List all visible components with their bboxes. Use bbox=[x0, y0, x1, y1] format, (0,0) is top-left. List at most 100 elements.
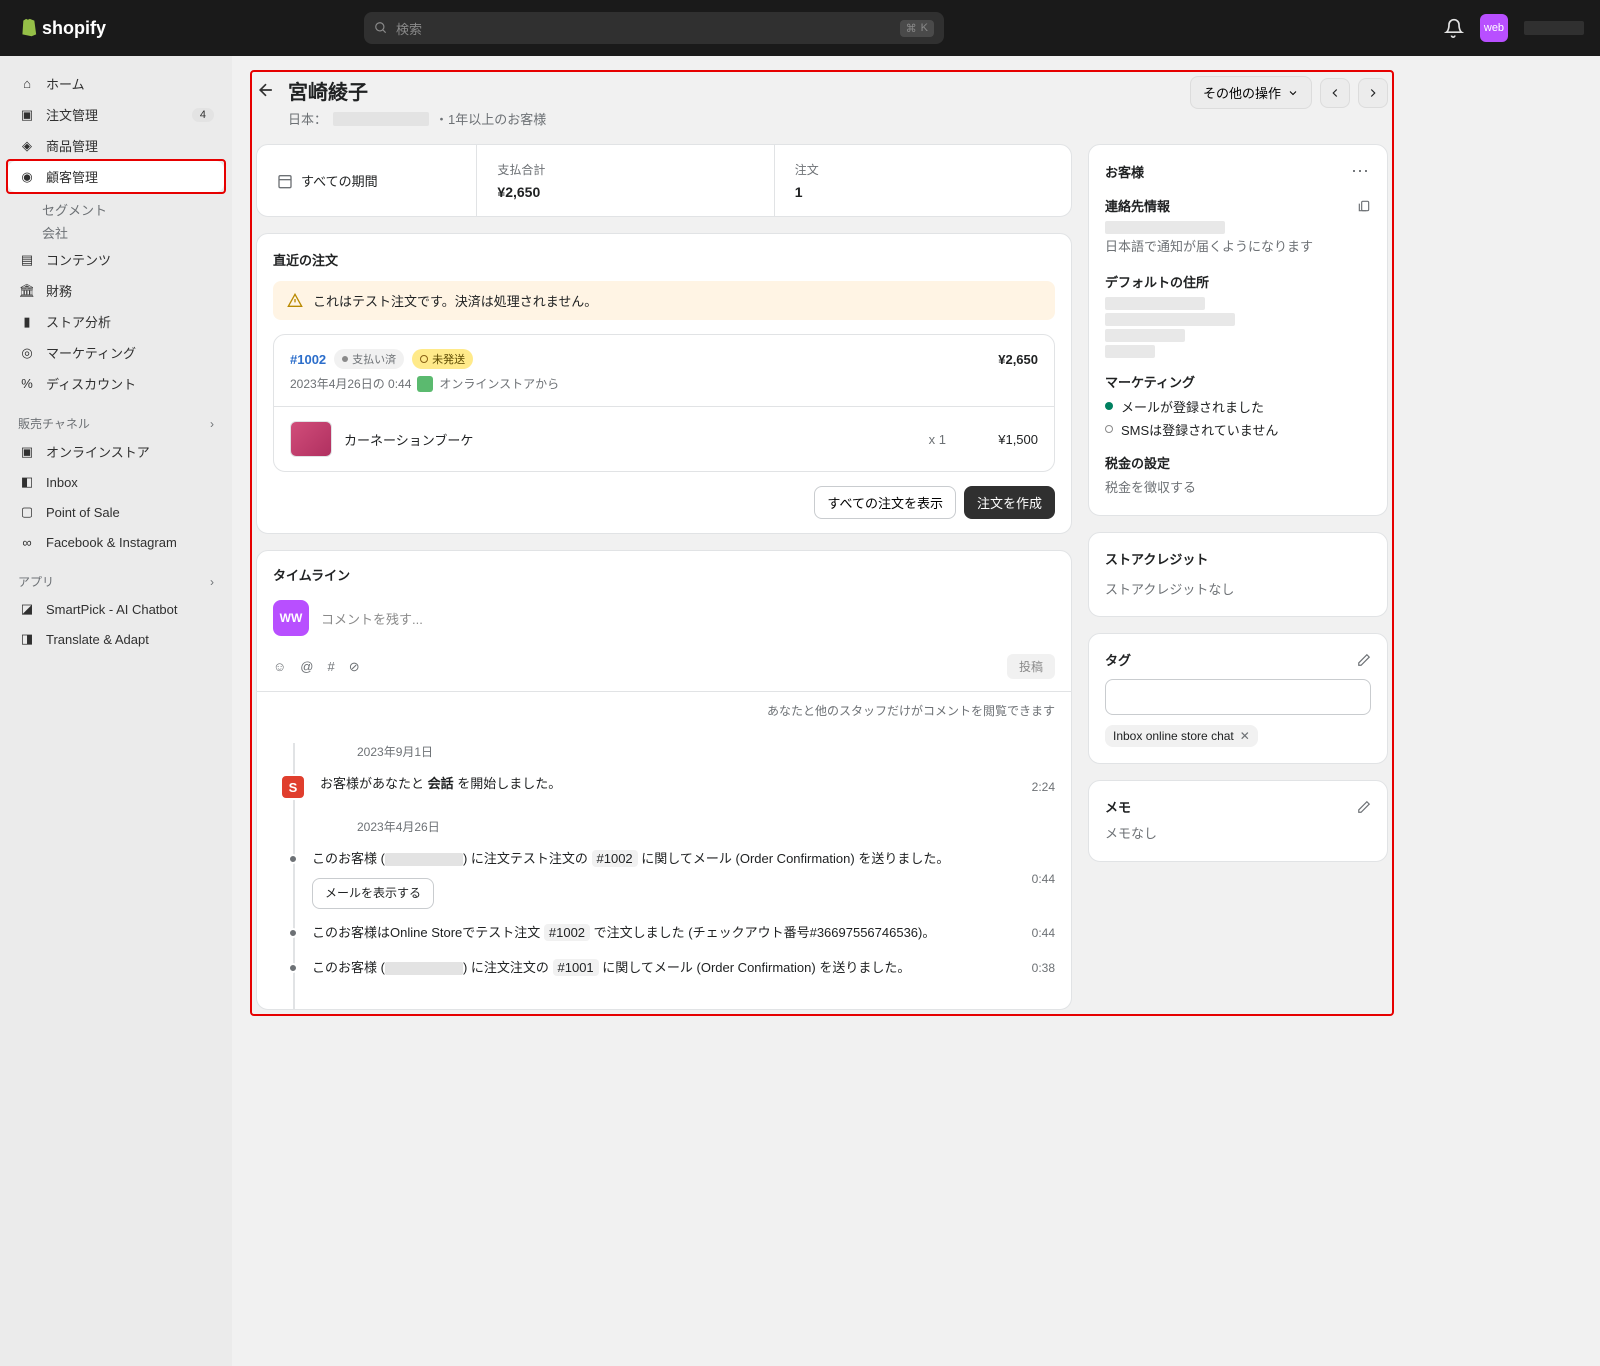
stats-card: すべての期間 支払合計 ¥2,650 注文 1 bbox=[256, 144, 1072, 217]
nav-products[interactable]: ◈商品管理 bbox=[8, 130, 224, 161]
nav-analytics[interactable]: ▮ストア分析 bbox=[8, 306, 224, 337]
logo[interactable]: shopify bbox=[16, 17, 106, 39]
nav-smartpick[interactable]: ◪SmartPick - AI Chatbot bbox=[8, 594, 224, 624]
memo-card: メモ メモなし bbox=[1088, 780, 1388, 862]
store-icon: ▣ bbox=[18, 443, 36, 461]
search-icon bbox=[374, 21, 388, 35]
nav-online-store[interactable]: ▣オンラインストア bbox=[8, 436, 224, 467]
bank-icon: 🏛 bbox=[18, 282, 36, 300]
nav-marketing[interactable]: ◎マーケティング bbox=[8, 337, 224, 368]
nav-pos[interactable]: ▢Point of Sale bbox=[8, 497, 224, 527]
target-icon: ◎ bbox=[18, 344, 36, 362]
online-store-icon bbox=[417, 376, 433, 392]
nav-inbox[interactable]: ◧Inbox bbox=[8, 467, 224, 497]
logo-text: shopify bbox=[42, 18, 106, 39]
main-content: 宮崎綾子 日本： ・1年以上のお客様 その他の操作 bbox=[232, 56, 1412, 1366]
create-order-button[interactable]: 注文を作成 bbox=[964, 486, 1055, 519]
tax-text: 税金を徴収する bbox=[1105, 478, 1371, 499]
show-email-button[interactable]: メールを表示する bbox=[312, 878, 434, 909]
tax-label: 税金の設定 bbox=[1105, 453, 1371, 472]
store-name-redacted bbox=[1524, 21, 1584, 35]
order-link[interactable]: #1002 bbox=[290, 352, 326, 367]
status-dot-icon bbox=[1105, 425, 1113, 433]
nav-companies[interactable]: 会社 bbox=[8, 221, 224, 244]
topbar: shopify 検索 ⌘K web bbox=[0, 0, 1600, 56]
nav-orders[interactable]: ▣注文管理4 bbox=[8, 99, 224, 130]
orders-label: 注文 bbox=[795, 161, 1051, 178]
prev-button[interactable] bbox=[1320, 78, 1350, 108]
comment-avatar: WW bbox=[273, 600, 309, 636]
chevron-right-icon[interactable]: › bbox=[210, 417, 214, 431]
period-selector[interactable]: すべての期間 bbox=[257, 145, 476, 216]
timeline-privacy-note: あなたと他のスタッフだけがコメントを閲覧できます bbox=[257, 692, 1071, 725]
nav-content[interactable]: ▤コンテンツ bbox=[8, 244, 224, 275]
item-price: ¥1,500 bbox=[958, 432, 1038, 447]
timeline-card: タイムライン WW コメントを残す... ☺ @ # ⊘ 投稿 あなたと他のスタ… bbox=[256, 550, 1072, 1010]
clipboard-icon[interactable] bbox=[1357, 199, 1371, 213]
search-placeholder: 検索 bbox=[396, 19, 422, 38]
nav-home[interactable]: ⌂ホーム bbox=[8, 68, 224, 99]
redacted-address bbox=[1105, 313, 1235, 326]
percent-icon: % bbox=[18, 375, 36, 393]
sales-channels-header: 販売チャネル› bbox=[8, 407, 224, 436]
order-summary: #1002 支払い済 未発送 ¥2,650 2023年4月26日の 0:44 オ… bbox=[273, 334, 1055, 472]
other-actions-button[interactable]: その他の操作 bbox=[1190, 76, 1312, 109]
hashtag-icon[interactable]: # bbox=[327, 659, 334, 674]
notifications-icon[interactable] bbox=[1444, 18, 1464, 38]
nav-segments[interactable]: セグメント bbox=[8, 198, 224, 221]
redacted-address bbox=[1105, 329, 1185, 342]
pencil-icon[interactable] bbox=[1357, 800, 1371, 814]
nav-customers[interactable]: ◉顧客管理 bbox=[8, 161, 224, 192]
memo-title: メモ bbox=[1105, 797, 1131, 816]
redacted-contact bbox=[1105, 221, 1225, 234]
item-qty: x 1 bbox=[929, 432, 946, 447]
nav-discounts[interactable]: %ディスカウント bbox=[8, 368, 224, 399]
attach-icon[interactable]: ⊘ bbox=[349, 659, 360, 675]
search-input[interactable]: 検索 ⌘K bbox=[364, 12, 944, 44]
pencil-icon[interactable] bbox=[1357, 653, 1371, 667]
chevron-right-icon[interactable]: › bbox=[210, 575, 214, 589]
order-line-item: カーネーションブーケ x 1 ¥1,500 bbox=[274, 406, 1054, 471]
kbd-shortcut: ⌘K bbox=[900, 20, 934, 37]
nav-finance[interactable]: 🏛財務 bbox=[8, 275, 224, 306]
arrow-left-icon bbox=[256, 80, 276, 100]
user-avatar[interactable]: web bbox=[1480, 14, 1508, 42]
nav-fb-ig[interactable]: ∞Facebook & Instagram bbox=[8, 527, 224, 557]
event-time: 0:44 bbox=[1032, 872, 1055, 886]
comment-input[interactable]: コメントを残す... bbox=[321, 609, 1055, 628]
warning-icon bbox=[287, 293, 303, 309]
page-title: 宮崎綾子 bbox=[288, 76, 546, 105]
nav-translate[interactable]: ◨Translate & Adapt bbox=[8, 624, 224, 654]
timeline-title: タイムライン bbox=[257, 551, 1071, 596]
customer-title: お客様 bbox=[1105, 162, 1144, 181]
test-order-banner: これはテスト注文です。決済は処理されません。 bbox=[273, 281, 1055, 320]
back-button[interactable] bbox=[256, 80, 276, 103]
meta-icon: ∞ bbox=[18, 533, 36, 551]
more-icon[interactable]: ⋯ bbox=[1351, 161, 1371, 182]
chart-icon: ▮ bbox=[18, 313, 36, 331]
tag-icon: ◈ bbox=[18, 137, 36, 155]
recent-orders-card: 直近の注文 これはテスト注文です。決済は処理されません。 #1002 支払い済 … bbox=[256, 233, 1072, 534]
paid-badge: 支払い済 bbox=[334, 349, 404, 369]
credit-text: ストアクレジットなし bbox=[1105, 580, 1371, 601]
tags-title: タグ bbox=[1105, 650, 1131, 669]
item-thumbnail bbox=[290, 421, 332, 457]
apps-header: アプリ› bbox=[8, 565, 224, 594]
tag-input[interactable] bbox=[1105, 679, 1371, 715]
sms-status: SMSは登録されていません bbox=[1105, 420, 1371, 439]
sidebar: ⌂ホーム ▣注文管理4 ◈商品管理 ◉顧客管理 セグメント 会社 ▤コンテンツ … bbox=[0, 56, 232, 1366]
view-all-orders-button[interactable]: すべての注文を表示 bbox=[814, 486, 956, 519]
unfulfilled-badge: 未発送 bbox=[412, 349, 473, 369]
emoji-icon[interactable]: ☺ bbox=[273, 659, 286, 674]
redacted-address bbox=[1105, 345, 1155, 358]
mention-icon[interactable]: @ bbox=[300, 659, 313, 674]
timeline-event: S お客様があなたと 会話 を開始しました。 2:24 bbox=[297, 774, 1055, 800]
event-dot-icon bbox=[288, 854, 298, 864]
email-status: メールが登録されました bbox=[1105, 397, 1371, 416]
timeline-date: 2023年9月1日 bbox=[357, 743, 1055, 760]
contact-label: 連絡先情報 bbox=[1105, 196, 1170, 215]
remove-tag-icon[interactable]: ✕ bbox=[1240, 729, 1250, 743]
store-credit-card: ストアクレジット ストアクレジットなし bbox=[1088, 532, 1388, 618]
post-button[interactable]: 投稿 bbox=[1007, 654, 1055, 679]
next-button[interactable] bbox=[1358, 78, 1388, 108]
